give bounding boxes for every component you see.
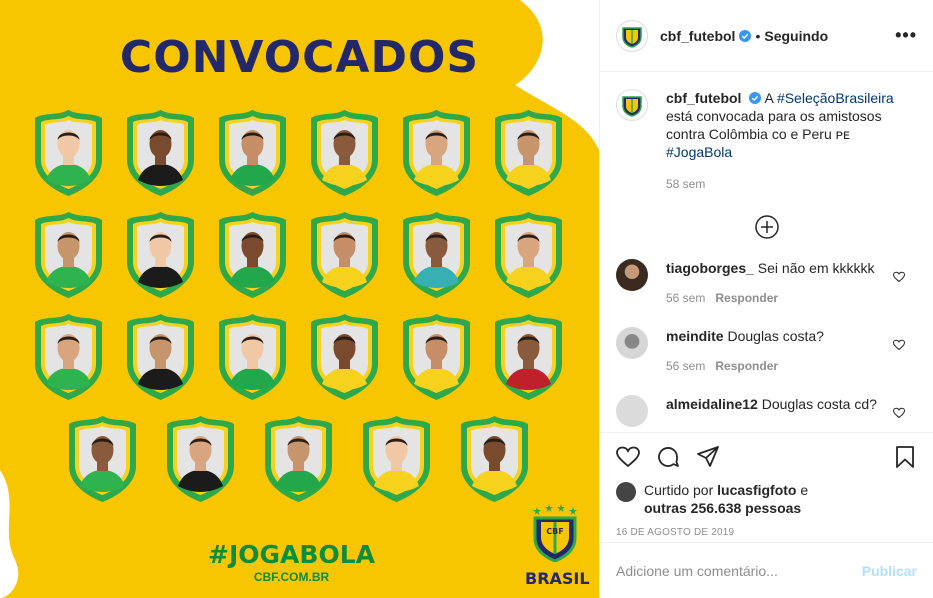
caption-avatar[interactable] [616, 89, 648, 121]
player-badge [216, 312, 289, 402]
plus-circle-icon[interactable] [754, 215, 779, 239]
player-badge [492, 312, 565, 402]
commenter-avatar[interactable] [616, 395, 648, 427]
like-comment-heart-icon[interactable] [893, 339, 905, 351]
image-website: CBF.COM.BR [253, 570, 330, 584]
player-badge [216, 210, 289, 300]
comment-username[interactable]: meindite [666, 328, 724, 344]
caption-time: 58 sem [666, 177, 706, 191]
reply-button[interactable]: Responder [715, 291, 778, 305]
caption-username[interactable]: cbf_futebol [666, 90, 741, 106]
liked-by-user[interactable]: lucasfigfoto [717, 482, 796, 498]
player-badge [124, 312, 197, 402]
comments-list[interactable]: cbf_futebol A #SeleçãoBrasileira está co… [600, 73, 933, 431]
action-icons [616, 445, 917, 469]
crest-word: BRASIL [525, 569, 590, 588]
comment-text: Sei não em kkkkkk [757, 260, 875, 276]
player-badge [216, 108, 289, 198]
likes-summary: Curtido por lucasfigfoto e outras 256.63… [616, 481, 917, 517]
commenter-avatar[interactable] [616, 259, 648, 291]
hashtag-link[interactable]: #JogaBola [666, 144, 732, 160]
player-badge [308, 312, 381, 402]
comment-item: meindite Douglas costa? 56 sem Responder [616, 327, 917, 375]
player-badge [492, 210, 565, 300]
post-header: cbf_futebol • Seguindo ••• [600, 0, 933, 72]
likes-count[interactable]: outras 256.638 pessoas [644, 500, 801, 516]
player-badge [124, 108, 197, 198]
profile-avatar[interactable] [616, 19, 648, 52]
player-row [28, 210, 568, 300]
liked-by-prefix: Curtido por [644, 482, 714, 498]
liker-avatar[interactable] [616, 482, 636, 502]
header-username[interactable]: cbf_futebol [660, 28, 735, 44]
cbf-shield-icon: CBF [533, 504, 577, 563]
player-badge [458, 414, 531, 504]
cbf-logo-icon [622, 26, 642, 48]
post-image[interactable]: CONVOCADOS #JOGABOLA CBF.COM.BR CBF BRAS… [0, 0, 599, 598]
comment-username[interactable]: almeidaline12 [666, 396, 758, 412]
post-date[interactable]: 16 DE AGOSTO DE 2019 [616, 527, 917, 538]
hashtag-link[interactable]: #SeleçãoBrasileira [777, 90, 894, 106]
player-row [28, 414, 568, 504]
like-comment-heart-icon[interactable] [893, 407, 905, 419]
like-comment-heart-icon[interactable] [893, 271, 905, 283]
share-icon[interactable] [696, 445, 720, 469]
player-badge [400, 210, 473, 300]
caption-body: cbf_futebol A #SeleçãoBrasileira está co… [666, 89, 896, 193]
liked-by-and: e [800, 482, 809, 498]
player-badge [124, 210, 197, 300]
svg-text:CBF: CBF [546, 527, 563, 536]
player-row [28, 312, 568, 402]
more-options-icon[interactable]: ••• [895, 25, 917, 46]
player-badge [360, 414, 433, 504]
player-grid [28, 108, 568, 516]
comment-time: 56 sem [666, 359, 706, 373]
player-badge [492, 108, 565, 198]
cbf-logo-icon [622, 96, 642, 117]
post-actions: Curtido por lucasfigfoto e outras 256.63… [600, 432, 933, 538]
commenter-avatar[interactable] [616, 327, 648, 359]
flag-text: ᴘᴇ [835, 126, 850, 142]
headline: CONVOCADOS [119, 32, 480, 83]
verified-badge-icon [739, 29, 752, 42]
comment-text: Douglas costa cd? [761, 396, 877, 412]
cbf-crest: CBF BRASIL [525, 504, 590, 588]
player-badge [308, 108, 381, 198]
image-hashtag: #JOGABOLA [208, 540, 375, 569]
player-badge [32, 108, 105, 198]
player-badge [32, 312, 105, 402]
post-side-panel: cbf_futebol • Seguindo ••• cbf_futebol A… [599, 0, 933, 598]
separator-dot: • [755, 27, 761, 44]
add-comment-bar: Adicione um comentário... Publicar [600, 542, 933, 598]
following-button[interactable]: Seguindo [764, 28, 828, 44]
player-badge [66, 414, 139, 504]
reply-button[interactable]: Responder [715, 359, 778, 373]
load-more-comments[interactable] [616, 215, 917, 239]
bookmark-icon[interactable] [893, 445, 917, 469]
player-badge [32, 210, 105, 300]
player-badge [164, 414, 237, 504]
comment-text: Douglas costa? [727, 328, 824, 344]
player-badge [262, 414, 335, 504]
post-caption: cbf_futebol A #SeleçãoBrasileira está co… [616, 89, 917, 193]
comment-item: almeidaline12 Douglas costa cd? [616, 395, 917, 427]
caption-text-start: A [764, 90, 774, 106]
comment-username[interactable]: tiagoborges_ [666, 260, 754, 276]
player-badge [400, 108, 473, 198]
player-row [28, 108, 568, 198]
post-comment-button[interactable]: Publicar [862, 563, 917, 579]
heart-icon[interactable] [616, 445, 640, 469]
player-badge [308, 210, 381, 300]
player-badge [400, 312, 473, 402]
comment-time: 56 sem [666, 291, 706, 305]
comment-item: tiagoborges_ Sei não em kkkkkk 56 sem Res… [616, 259, 917, 307]
instagram-post: CONVOCADOS #JOGABOLA CBF.COM.BR CBF BRAS… [0, 0, 933, 598]
comment-icon[interactable] [656, 445, 680, 469]
verified-badge-icon [749, 92, 762, 104]
comment-input[interactable]: Adicione um comentário... [616, 563, 778, 579]
